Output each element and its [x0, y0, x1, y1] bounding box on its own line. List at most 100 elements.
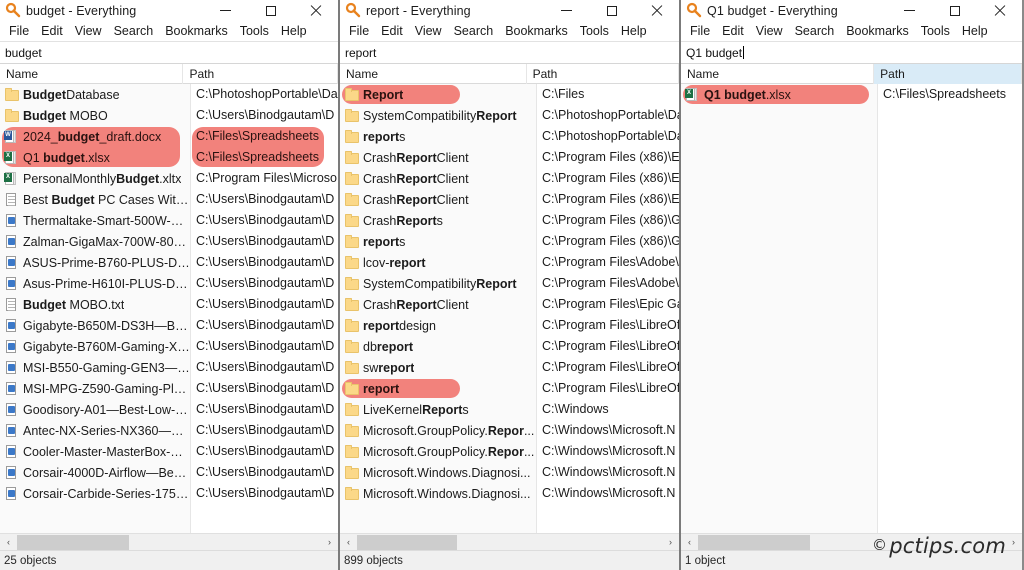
row-name-cell[interactable]: reports — [340, 126, 536, 147]
search-input[interactable]: Q1 budget — [686, 42, 742, 64]
row-name-cell[interactable]: Corsair-4000D-Airflow—Best... — [0, 462, 190, 483]
menu-item-bookmarks[interactable]: Bookmarks — [159, 23, 234, 40]
search-box[interactable]: budget — [0, 42, 338, 64]
search-box[interactable]: report — [340, 42, 679, 64]
chevron-left-icon[interactable]: ‹ — [681, 534, 698, 551]
result-row[interactable]: dbreportC:\Program Files\LibreOf — [340, 336, 679, 357]
result-row[interactable]: Budget MOBOC:\Users\Binodgautam\D — [0, 105, 338, 126]
result-row[interactable]: reportsC:\PhotoshopPortable\Da — [340, 126, 679, 147]
title-bar[interactable]: budget - Everything — [0, 0, 338, 21]
result-row[interactable]: lcov-reportC:\Program Files\Adobe\ — [340, 252, 679, 273]
result-row[interactable]: Microsoft.GroupPolicy.Repor...C:\Windows… — [340, 441, 679, 462]
row-name-cell[interactable]: LiveKernelReports — [340, 399, 536, 420]
menu-item-view[interactable]: View — [409, 23, 448, 40]
row-name-cell[interactable]: MSI-B550-Gaming-GEN3—B... — [0, 357, 190, 378]
title-bar[interactable]: report - Everything — [340, 0, 679, 21]
row-name-cell[interactable]: Cooler-Master-MasterBox-Q... — [0, 441, 190, 462]
minimize-button[interactable] — [887, 0, 932, 21]
row-name-cell[interactable]: Corsair-Carbide-Series-175R... — [0, 483, 190, 504]
scrollbar-thumb[interactable] — [357, 535, 457, 550]
menu-item-view[interactable]: View — [69, 23, 108, 40]
row-name-cell[interactable]: Microsoft.GroupPolicy.Repor... — [340, 441, 536, 462]
row-name-cell[interactable]: Gigabyte-B760M-Gaming-X-... — [0, 336, 190, 357]
window-budget[interactable]: budget - Everything FileEditViewSearchBoo… — [0, 0, 339, 570]
result-row[interactable]: Corsair-4000D-Airflow—Best...C:\Users\Bi… — [0, 462, 338, 483]
maximize-button[interactable] — [932, 0, 977, 21]
search-input[interactable]: report — [345, 42, 376, 64]
chevron-right-icon[interactable]: › — [662, 534, 679, 551]
horizontal-scrollbar[interactable]: ‹› — [0, 533, 338, 550]
window-report[interactable]: report - EverythingFileEditViewSearchBoo… — [339, 0, 680, 570]
menu-item-edit[interactable]: Edit — [375, 23, 409, 40]
result-row[interactable]: Microsoft.Windows.Diagnosi...C:\Windows\… — [340, 462, 679, 483]
result-row[interactable]: CrashReportClientC:\Program Files (x86)\… — [340, 189, 679, 210]
row-name-cell[interactable]: Zalman-GigaMax-700W-80+... — [0, 231, 190, 252]
menu-item-file[interactable]: File — [684, 23, 716, 40]
column-header-name[interactable]: Name — [340, 64, 527, 84]
menu-item-search[interactable]: Search — [108, 23, 160, 40]
result-row[interactable]: ASUS-Prime-B760-PLUS-D4...C:\Users\Binod… — [0, 252, 338, 273]
menu-item-edit[interactable]: Edit — [35, 23, 69, 40]
row-name-cell[interactable]: SystemCompatibilityReport — [340, 105, 536, 126]
scrollbar-thumb[interactable] — [698, 535, 810, 550]
result-row[interactable]: Thermaltake-Smart-500W-80...C:\Users\Bin… — [0, 210, 338, 231]
result-row[interactable]: Microsoft.Windows.Diagnosi...C:\Windows\… — [340, 483, 679, 504]
result-row[interactable]: CrashReportClientC:\Program Files\Epic G… — [340, 294, 679, 315]
result-row[interactable]: Corsair-Carbide-Series-175R...C:\Users\B… — [0, 483, 338, 504]
result-row[interactable]: SystemCompatibilityReportC:\Program File… — [340, 273, 679, 294]
row-name-cell[interactable]: W2024_budget_draft.docx — [0, 126, 190, 147]
row-name-cell[interactable]: CrashReportClient — [340, 147, 536, 168]
results-list[interactable]: XQ1 budget.xlsxC:\Files\Spreadsheets — [681, 84, 1022, 533]
row-name-cell[interactable]: Goodisory-A01—Best-Low-B... — [0, 399, 190, 420]
row-name-cell[interactable]: MSI-MPG-Z590-Gaming-Plus... — [0, 378, 190, 399]
result-row[interactable]: Best Budget PC Cases With ...C:\Users\Bi… — [0, 189, 338, 210]
result-row[interactable]: reportdesignC:\Program Files\LibreOf — [340, 315, 679, 336]
result-row[interactable]: Antec-NX-Series-NX360—Be...C:\Users\Bino… — [0, 420, 338, 441]
result-row[interactable]: Zalman-GigaMax-700W-80+...C:\Users\Binod… — [0, 231, 338, 252]
menu-item-tools[interactable]: Tools — [234, 23, 275, 40]
horizontal-scrollbar[interactable]: ‹› — [340, 533, 679, 550]
result-row[interactable]: Microsoft.GroupPolicy.Repor...C:\Windows… — [340, 420, 679, 441]
column-header-path[interactable]: Path — [527, 64, 679, 84]
result-row[interactable]: MSI-MPG-Z590-Gaming-Plus...C:\Users\Bino… — [0, 378, 338, 399]
row-name-cell[interactable]: Best Budget PC Cases With ... — [0, 189, 190, 210]
row-name-cell[interactable]: Thermaltake-Smart-500W-80... — [0, 210, 190, 231]
row-name-cell[interactable]: Antec-NX-Series-NX360—Be... — [0, 420, 190, 441]
row-name-cell[interactable]: XQ1 budget.xlsx — [0, 147, 190, 168]
result-row[interactable]: Budget MOBO.txtC:\Users\Binodgautam\D — [0, 294, 338, 315]
result-row[interactable]: CrashReportsC:\Program Files (x86)\Go — [340, 210, 679, 231]
result-row[interactable]: BudgetDatabaseC:\PhotoshopPortable\Da — [0, 84, 338, 105]
row-name-cell[interactable]: Budget MOBO — [0, 105, 190, 126]
chevron-right-icon[interactable]: › — [1005, 534, 1022, 551]
result-row[interactable]: Goodisory-A01—Best-Low-B...C:\Users\Bino… — [0, 399, 338, 420]
result-row[interactable]: reportC:\Program Files\LibreOf — [340, 378, 679, 399]
row-name-cell[interactable]: dbreport — [340, 336, 536, 357]
menu-item-search[interactable]: Search — [789, 23, 841, 40]
column-header-name[interactable]: Name — [0, 64, 183, 84]
column-header-path[interactable]: Path — [874, 64, 1022, 84]
maximize-button[interactable] — [248, 0, 293, 21]
row-name-cell[interactable]: Budget MOBO.txt — [0, 294, 190, 315]
row-name-cell[interactable]: CrashReportClient — [340, 294, 536, 315]
row-name-cell[interactable]: Microsoft.Windows.Diagnosi... — [340, 483, 536, 504]
result-row[interactable]: XQ1 budget.xlsxC:\Files\Spreadsheets — [681, 84, 1022, 105]
row-name-cell[interactable]: lcov-report — [340, 252, 536, 273]
result-row[interactable]: Asus-Prime-H610I-PLUS-D4...C:\Users\Bino… — [0, 273, 338, 294]
chevron-left-icon[interactable]: ‹ — [340, 534, 357, 551]
row-name-cell[interactable]: report — [340, 378, 536, 399]
result-row[interactable]: W2024_budget_draft.docxC:\Files\Spreadsh… — [0, 126, 338, 147]
menu-item-tools[interactable]: Tools — [574, 23, 615, 40]
row-name-cell[interactable]: reports — [340, 231, 536, 252]
result-row[interactable]: XQ1 budget.xlsxC:\Files\Spreadsheets — [0, 147, 338, 168]
menu-item-help[interactable]: Help — [275, 23, 313, 40]
search-input[interactable]: budget — [5, 42, 42, 64]
chevron-right-icon[interactable]: › — [321, 534, 338, 551]
chevron-left-icon[interactable]: ‹ — [0, 534, 17, 551]
result-row[interactable]: LiveKernelReportsC:\Windows — [340, 399, 679, 420]
row-name-cell[interactable]: BudgetDatabase — [0, 84, 190, 105]
menu-item-file[interactable]: File — [3, 23, 35, 40]
row-name-cell[interactable]: SystemCompatibilityReport — [340, 273, 536, 294]
results-list[interactable]: BudgetDatabaseC:\PhotoshopPortable\DaBud… — [0, 84, 338, 533]
menu-item-search[interactable]: Search — [448, 23, 500, 40]
row-name-cell[interactable]: reportdesign — [340, 315, 536, 336]
